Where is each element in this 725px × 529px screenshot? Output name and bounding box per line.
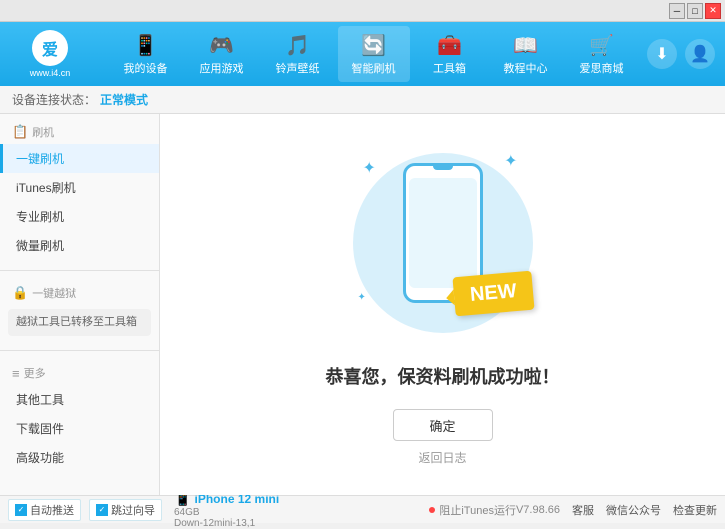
download-fw-label: 下载固件	[16, 422, 64, 436]
new-badge: NEW	[452, 271, 534, 317]
jailbreak-label: 一键越狱	[32, 285, 76, 301]
support-link[interactable]: 客服	[572, 502, 594, 518]
success-text: 恭喜您，保资料刷机成功啦！	[326, 363, 560, 389]
jailbreak-notice-text: 越狱工具已转移至工具箱	[16, 316, 137, 328]
flash-section-icon: 📋	[12, 124, 28, 140]
nav-item-store-label: 爱思商城	[580, 60, 624, 76]
store-icon: 🛒	[589, 33, 614, 58]
nav-item-tools[interactable]: 🧰 工具箱	[414, 26, 486, 82]
other-tools-label: 其他工具	[16, 393, 64, 407]
smart-flash-icon: 🔄	[361, 33, 386, 58]
logo-text: www.i4.cn	[30, 68, 71, 78]
sidebar-divider-2	[0, 350, 159, 351]
phone-illustration: ✦ ✦ ✦ NEW	[343, 143, 543, 343]
sidebar-item-other-tools[interactable]: 其他工具	[0, 385, 159, 414]
nav-items: 📱 我的设备 🎮 应用游戏 🎵 铃声壁纸 🔄 智能刷机 🧰 工具箱 📖 教程中心…	[100, 26, 647, 82]
sparkle-2: ✦	[504, 151, 517, 171]
sidebar-item-one-click-flash[interactable]: 一键刷机	[0, 144, 159, 173]
auto-push-checkbox[interactable]: ✓	[15, 504, 27, 516]
confirm-button-label: 确定	[429, 416, 455, 435]
version-label: V7.98.66	[516, 504, 560, 516]
lock-icon: 🔒	[12, 285, 28, 301]
device-storage: 64GB	[174, 507, 279, 518]
top-nav: 爱 www.i4.cn 📱 我的设备 🎮 应用游戏 🎵 铃声壁纸 🔄 智能刷机 …	[0, 22, 725, 86]
sparkle-1: ✦	[363, 158, 376, 178]
sidebar-item-advanced[interactable]: 高级功能	[0, 443, 159, 472]
more-group-title: ≡ 更多	[0, 361, 159, 385]
phone-notch	[433, 164, 453, 170]
apps-icon: 🎮	[209, 33, 234, 58]
flash-section-label: 刷机	[32, 124, 54, 140]
device-info: 📱 iPhone 12 mini 64GB Down-12mini-13,1	[174, 490, 279, 529]
more-section: ≡ 更多 其他工具 下载固件 高级功能	[0, 355, 159, 478]
wechat-link[interactable]: 微信公众号	[606, 502, 661, 518]
sidebar-item-itunes-flash[interactable]: iTunes刷机	[0, 173, 159, 202]
more-icon: ≡	[12, 366, 20, 381]
minimize-btn[interactable]: ─	[669, 3, 685, 19]
jailbreak-group-title: 🔒 一键越狱	[0, 281, 159, 305]
bottom-left: ✓ 自动推送 ✓ 跳过向导 📱 iPhone 12 mini 64GB Down…	[8, 490, 429, 529]
maximize-btn[interactable]: □	[687, 3, 703, 19]
nav-item-tutorials[interactable]: 📖 教程中心	[490, 26, 562, 82]
confirm-button[interactable]: 确定	[393, 409, 493, 441]
pro-flash-label: 专业刷机	[16, 210, 64, 224]
sidebar-item-data-flash[interactable]: 微量刷机	[0, 231, 159, 260]
nav-item-store[interactable]: 🛒 爱思商城	[566, 26, 638, 82]
user-btn[interactable]: 👤	[685, 39, 715, 69]
content-area: ✦ ✦ ✦ NEW 恭喜您，保资料刷机成功啦！ 确定 返回日志	[160, 114, 725, 495]
status-bar: 设备连接状态： 正常模式	[0, 86, 725, 114]
nav-item-ringtones-label: 铃声壁纸	[276, 60, 320, 76]
skip-wizard-checkbox[interactable]: ✓	[96, 504, 108, 516]
status-label: 设备连接状态：	[12, 91, 96, 108]
sidebar: 📋 刷机 一键刷机 iTunes刷机 专业刷机 微量刷机 🔒 一键越狱	[0, 114, 160, 495]
auto-push-checkbox-label[interactable]: ✓ 自动推送	[8, 499, 81, 521]
sidebar-item-pro-flash[interactable]: 专业刷机	[0, 202, 159, 231]
bottom-right: V7.98.66 客服 微信公众号 检查更新	[516, 502, 717, 518]
jailbreak-notice: 越狱工具已转移至工具箱	[8, 309, 151, 336]
skip-wizard-label: 跳过向导	[111, 502, 155, 518]
status-value: 正常模式	[100, 91, 148, 108]
device-model: Down-12mini-13,1	[174, 518, 279, 529]
main-layout: 📋 刷机 一键刷机 iTunes刷机 专业刷机 微量刷机 🔒 一键越狱	[0, 114, 725, 495]
auto-push-label: 自动推送	[30, 502, 74, 518]
itunes-flash-label: iTunes刷机	[16, 181, 76, 195]
nav-item-apps-label: 应用游戏	[200, 60, 244, 76]
nav-item-ringtones[interactable]: 🎵 铃声壁纸	[262, 26, 334, 82]
sparkle-3: ✦	[358, 292, 366, 303]
advanced-label: 高级功能	[16, 451, 64, 465]
nav-item-my-device[interactable]: 📱 我的设备	[110, 26, 182, 82]
nav-item-tools-label: 工具箱	[433, 60, 466, 76]
bottom-bar: ✓ 自动推送 ✓ 跳过向导 📱 iPhone 12 mini 64GB Down…	[0, 495, 725, 523]
phone-screen	[409, 178, 477, 288]
itunes-status-text: 阻止iTunes运行	[439, 502, 516, 518]
nav-item-apps[interactable]: 🎮 应用游戏	[186, 26, 258, 82]
nav-item-my-device-label: 我的设备	[124, 60, 168, 76]
tutorials-icon: 📖	[513, 33, 538, 58]
nav-item-smart-flash-label: 智能刷机	[352, 60, 396, 76]
tools-icon: 🧰	[437, 33, 462, 58]
nav-right: ⬇ 👤	[647, 39, 715, 69]
itunes-status-dot	[429, 507, 435, 513]
nav-item-tutorials-label: 教程中心	[504, 60, 548, 76]
download-btn[interactable]: ⬇	[647, 39, 677, 69]
logo: 爱 www.i4.cn	[10, 29, 90, 79]
one-click-flash-label: 一键刷机	[16, 152, 64, 166]
flash-group-title: 📋 刷机	[0, 120, 159, 144]
skip-wizard-checkbox-label[interactable]: ✓ 跳过向导	[89, 499, 162, 521]
logo-icon: 爱	[32, 30, 68, 66]
sidebar-divider-1	[0, 270, 159, 271]
sidebar-item-download-fw[interactable]: 下载固件	[0, 414, 159, 443]
go-back-link[interactable]: 返回日志	[418, 449, 466, 466]
jailbreak-section: 🔒 一键越狱 越狱工具已转移至工具箱	[0, 275, 159, 346]
itunes-status: 阻止iTunes运行	[429, 502, 516, 518]
my-device-icon: 📱	[133, 33, 158, 58]
update-link[interactable]: 检查更新	[673, 502, 717, 518]
data-flash-label: 微量刷机	[16, 239, 64, 253]
flash-section: 📋 刷机 一键刷机 iTunes刷机 专业刷机 微量刷机	[0, 114, 159, 266]
title-bar: ─ □ ✕	[0, 0, 725, 22]
close-btn[interactable]: ✕	[705, 3, 721, 19]
ringtones-icon: 🎵	[285, 33, 310, 58]
nav-item-smart-flash[interactable]: 🔄 智能刷机	[338, 26, 410, 82]
more-section-label: 更多	[24, 365, 46, 381]
